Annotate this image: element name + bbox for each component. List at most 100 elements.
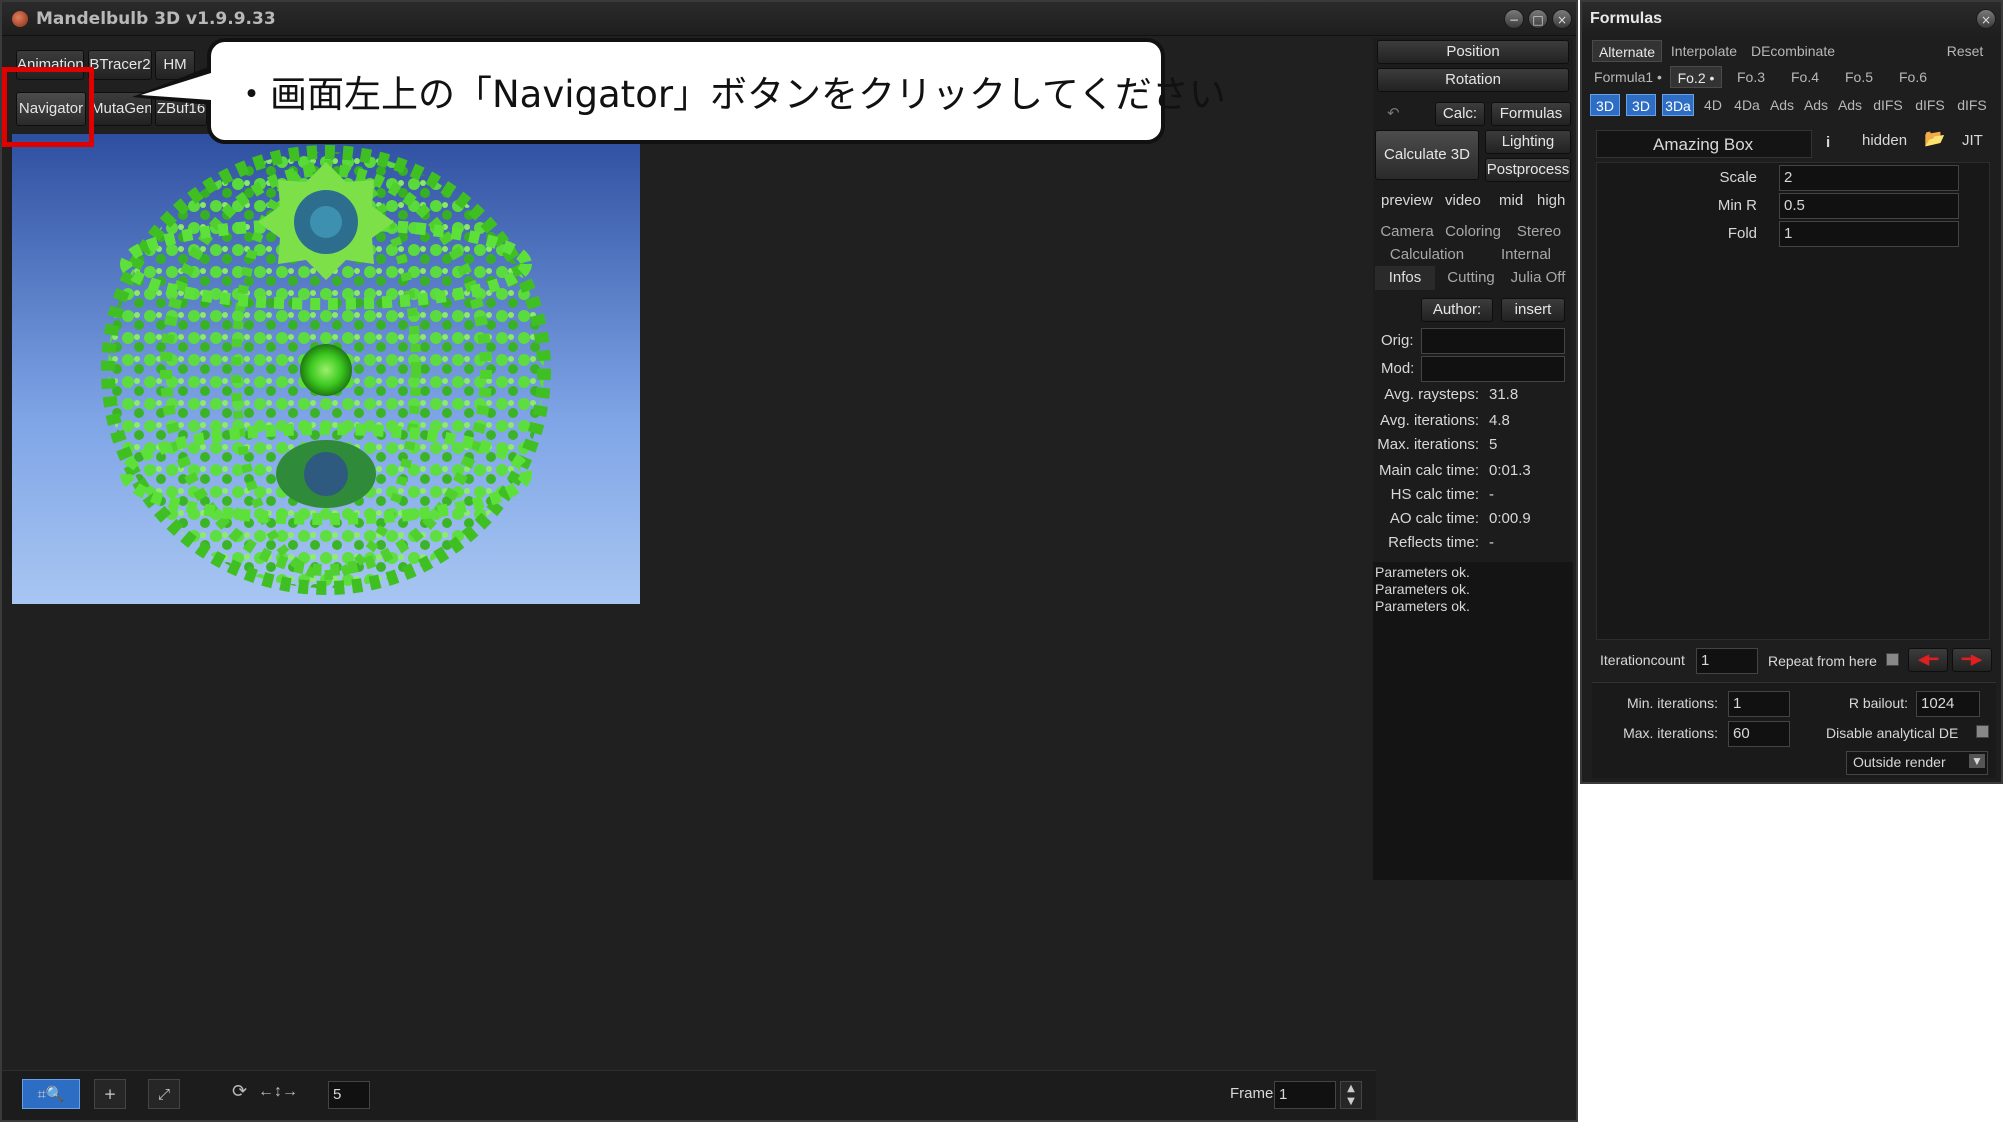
calc-button[interactable]: Calc: <box>1435 102 1485 126</box>
outside-render-select[interactable]: Outside render ▼ <box>1846 751 1988 775</box>
resize-tool-icon[interactable]: ⤢ <box>148 1079 180 1109</box>
log-area[interactable]: Parameters ok. Parameters ok. Parameters… <box>1373 562 1573 880</box>
minimize-button[interactable]: − <box>1504 9 1524 29</box>
tab-calculation[interactable]: Calculation <box>1375 243 1479 267</box>
param-value: 0.5 <box>1784 197 1805 214</box>
orig-field[interactable] <box>1421 328 1565 354</box>
tab-fo2[interactable]: Fo.2 • <box>1670 66 1722 88</box>
position-button[interactable]: Position <box>1377 40 1569 64</box>
stat-label: Main calc time: <box>1378 462 1479 479</box>
quality-mid[interactable]: mid <box>1499 192 1523 209</box>
formulas-title: Formulas <box>1590 10 1663 27</box>
type-4da[interactable]: 4Da <box>1730 94 1764 116</box>
min-iterations-input[interactable]: 1 <box>1728 691 1790 717</box>
tab-cutting[interactable]: Cutting <box>1439 266 1503 290</box>
step-input[interactable]: 5 <box>328 1081 370 1109</box>
tab-fo5[interactable]: Fo.5 <box>1834 66 1884 88</box>
undo-icon[interactable]: ↶ <box>1387 104 1400 122</box>
reset-button[interactable]: Reset <box>1938 40 1992 62</box>
tab-internal[interactable]: Internal <box>1481 243 1571 267</box>
step-value: 5 <box>333 1086 342 1103</box>
lighting-button[interactable]: Lighting <box>1485 130 1571 154</box>
type-3d[interactable]: 3D <box>1590 94 1620 116</box>
min-iterations-value: 1 <box>1733 695 1742 712</box>
frame-label: Frame: <box>1230 1085 1278 1102</box>
param-label: Fold <box>1727 225 1757 242</box>
move-arrows-icon[interactable]: ←↕→ <box>258 1083 298 1101</box>
quality-video[interactable]: video <box>1445 192 1481 209</box>
select-zoom-tool-icon[interactable]: ⌗🔍 <box>22 1079 80 1109</box>
param-value: 1 <box>1784 225 1793 242</box>
arrow-right-icon[interactable]: ━▶ <box>1952 648 1992 672</box>
stat-value: 0:01.3 <box>1489 462 1531 479</box>
instruction-text: ・画面左上の「Navigator」ボタンをクリックしてください <box>233 73 1226 116</box>
crosshair-tool-icon[interactable]: + <box>94 1079 126 1109</box>
stat-label: HS calc time: <box>1390 486 1479 503</box>
type-ads[interactable]: Ads <box>1800 94 1832 116</box>
param-input[interactable]: 2 <box>1779 165 1959 191</box>
tab-decombinate[interactable]: DEcombinate <box>1746 40 1840 62</box>
tab-interpolate[interactable]: Interpolate <box>1666 40 1742 62</box>
tab-formula1[interactable]: Formula1 • <box>1590 66 1666 88</box>
chevron-down-icon[interactable]: ▼ <box>1969 754 1985 768</box>
jit-label[interactable]: JIT <box>1962 132 1983 149</box>
tab-alternate[interactable]: Alternate <box>1592 40 1662 62</box>
stat-value: 0:00.9 <box>1489 510 1531 527</box>
param-input[interactable]: 1 <box>1779 221 1959 247</box>
quality-preview[interactable]: preview <box>1381 192 1433 209</box>
close-button[interactable]: × <box>1552 9 1572 29</box>
tab-camera[interactable]: Camera <box>1375 220 1439 244</box>
disable-de-label: Disable analytical DE <box>1826 725 1959 741</box>
type-3da[interactable]: 3Da <box>1662 94 1694 116</box>
render-view[interactable] <box>12 134 640 604</box>
param-input[interactable]: 0.5 <box>1779 193 1959 219</box>
max-iterations-input[interactable]: 60 <box>1728 721 1790 747</box>
type-ads[interactable]: Ads <box>1834 94 1866 116</box>
type-difs[interactable]: dIFS <box>1910 94 1950 116</box>
calculate-3d-button[interactable]: Calculate 3D <box>1375 130 1479 180</box>
quality-high[interactable]: high <box>1537 192 1565 209</box>
main-window: Mandelbulb 3D v1.9.9.33 − □ × Animations… <box>0 0 1578 1122</box>
formula-name-select[interactable]: Amazing Box <box>1596 130 1812 158</box>
type-difs[interactable]: dIFS <box>1868 94 1908 116</box>
type-4d[interactable]: 4D <box>1698 94 1728 116</box>
frame-input[interactable]: 1 <box>1274 1081 1336 1109</box>
formulas-button[interactable]: Formulas <box>1491 102 1571 126</box>
tab-fo3[interactable]: Fo.3 <box>1726 66 1776 88</box>
type-ads[interactable]: Ads <box>1766 94 1798 116</box>
type-3d[interactable]: 3D <box>1626 94 1656 116</box>
min-iterations-label: Min. iterations: <box>1626 695 1718 711</box>
rotation-button[interactable]: Rotation <box>1377 68 1569 92</box>
info-icon[interactable]: i <box>1826 134 1830 151</box>
postprocess-button[interactable]: Postprocess <box>1485 158 1571 182</box>
maximize-button[interactable]: □ <box>1528 9 1548 29</box>
tab-stereo[interactable]: Stereo <box>1507 220 1571 244</box>
param-label: Min R <box>1717 197 1757 214</box>
tab-julia-off[interactable]: Julia Off <box>1505 266 1571 290</box>
iterationcount-input[interactable]: 1 <box>1696 648 1758 674</box>
formulas-titlebar[interactable]: Formulas × <box>1582 2 2001 36</box>
hidden-label[interactable]: hidden <box>1862 132 1907 149</box>
tab-infos[interactable]: Infos <box>1375 266 1435 290</box>
navigator-highlight <box>2 67 94 147</box>
frame-spinner-icon[interactable]: ▲ ▼ <box>1340 1081 1362 1109</box>
formula-params-panel: Scale 2 Min R 0.5 Fold 1 <box>1596 162 1990 640</box>
author-button[interactable]: Author: <box>1421 298 1493 322</box>
folder-icon[interactable]: 📂 <box>1924 129 1945 149</box>
close-icon[interactable]: × <box>1976 9 1996 29</box>
tab-fo4[interactable]: Fo.4 <box>1780 66 1830 88</box>
stat-label: Avg. raysteps: <box>1384 386 1479 403</box>
stat-label: AO calc time: <box>1389 510 1479 527</box>
main-titlebar[interactable]: Mandelbulb 3D v1.9.9.33 − □ × <box>2 2 1576 36</box>
type-difs[interactable]: dIFS <box>1952 94 1992 116</box>
tab-coloring[interactable]: Coloring <box>1441 220 1505 244</box>
insert-button[interactable]: insert <box>1501 298 1565 322</box>
disable-de-checkbox[interactable] <box>1976 725 1989 738</box>
tab-fo6[interactable]: Fo.6 <box>1888 66 1938 88</box>
arrow-left-icon[interactable]: ◀━ <box>1908 648 1948 672</box>
repeat-checkbox[interactable] <box>1886 653 1899 666</box>
mod-field[interactable] <box>1421 356 1565 382</box>
r-bailout-input[interactable]: 1024 <box>1916 691 1980 717</box>
fractal-image <box>101 145 551 595</box>
rotate-icon[interactable]: ⟳ <box>232 1081 247 1102</box>
